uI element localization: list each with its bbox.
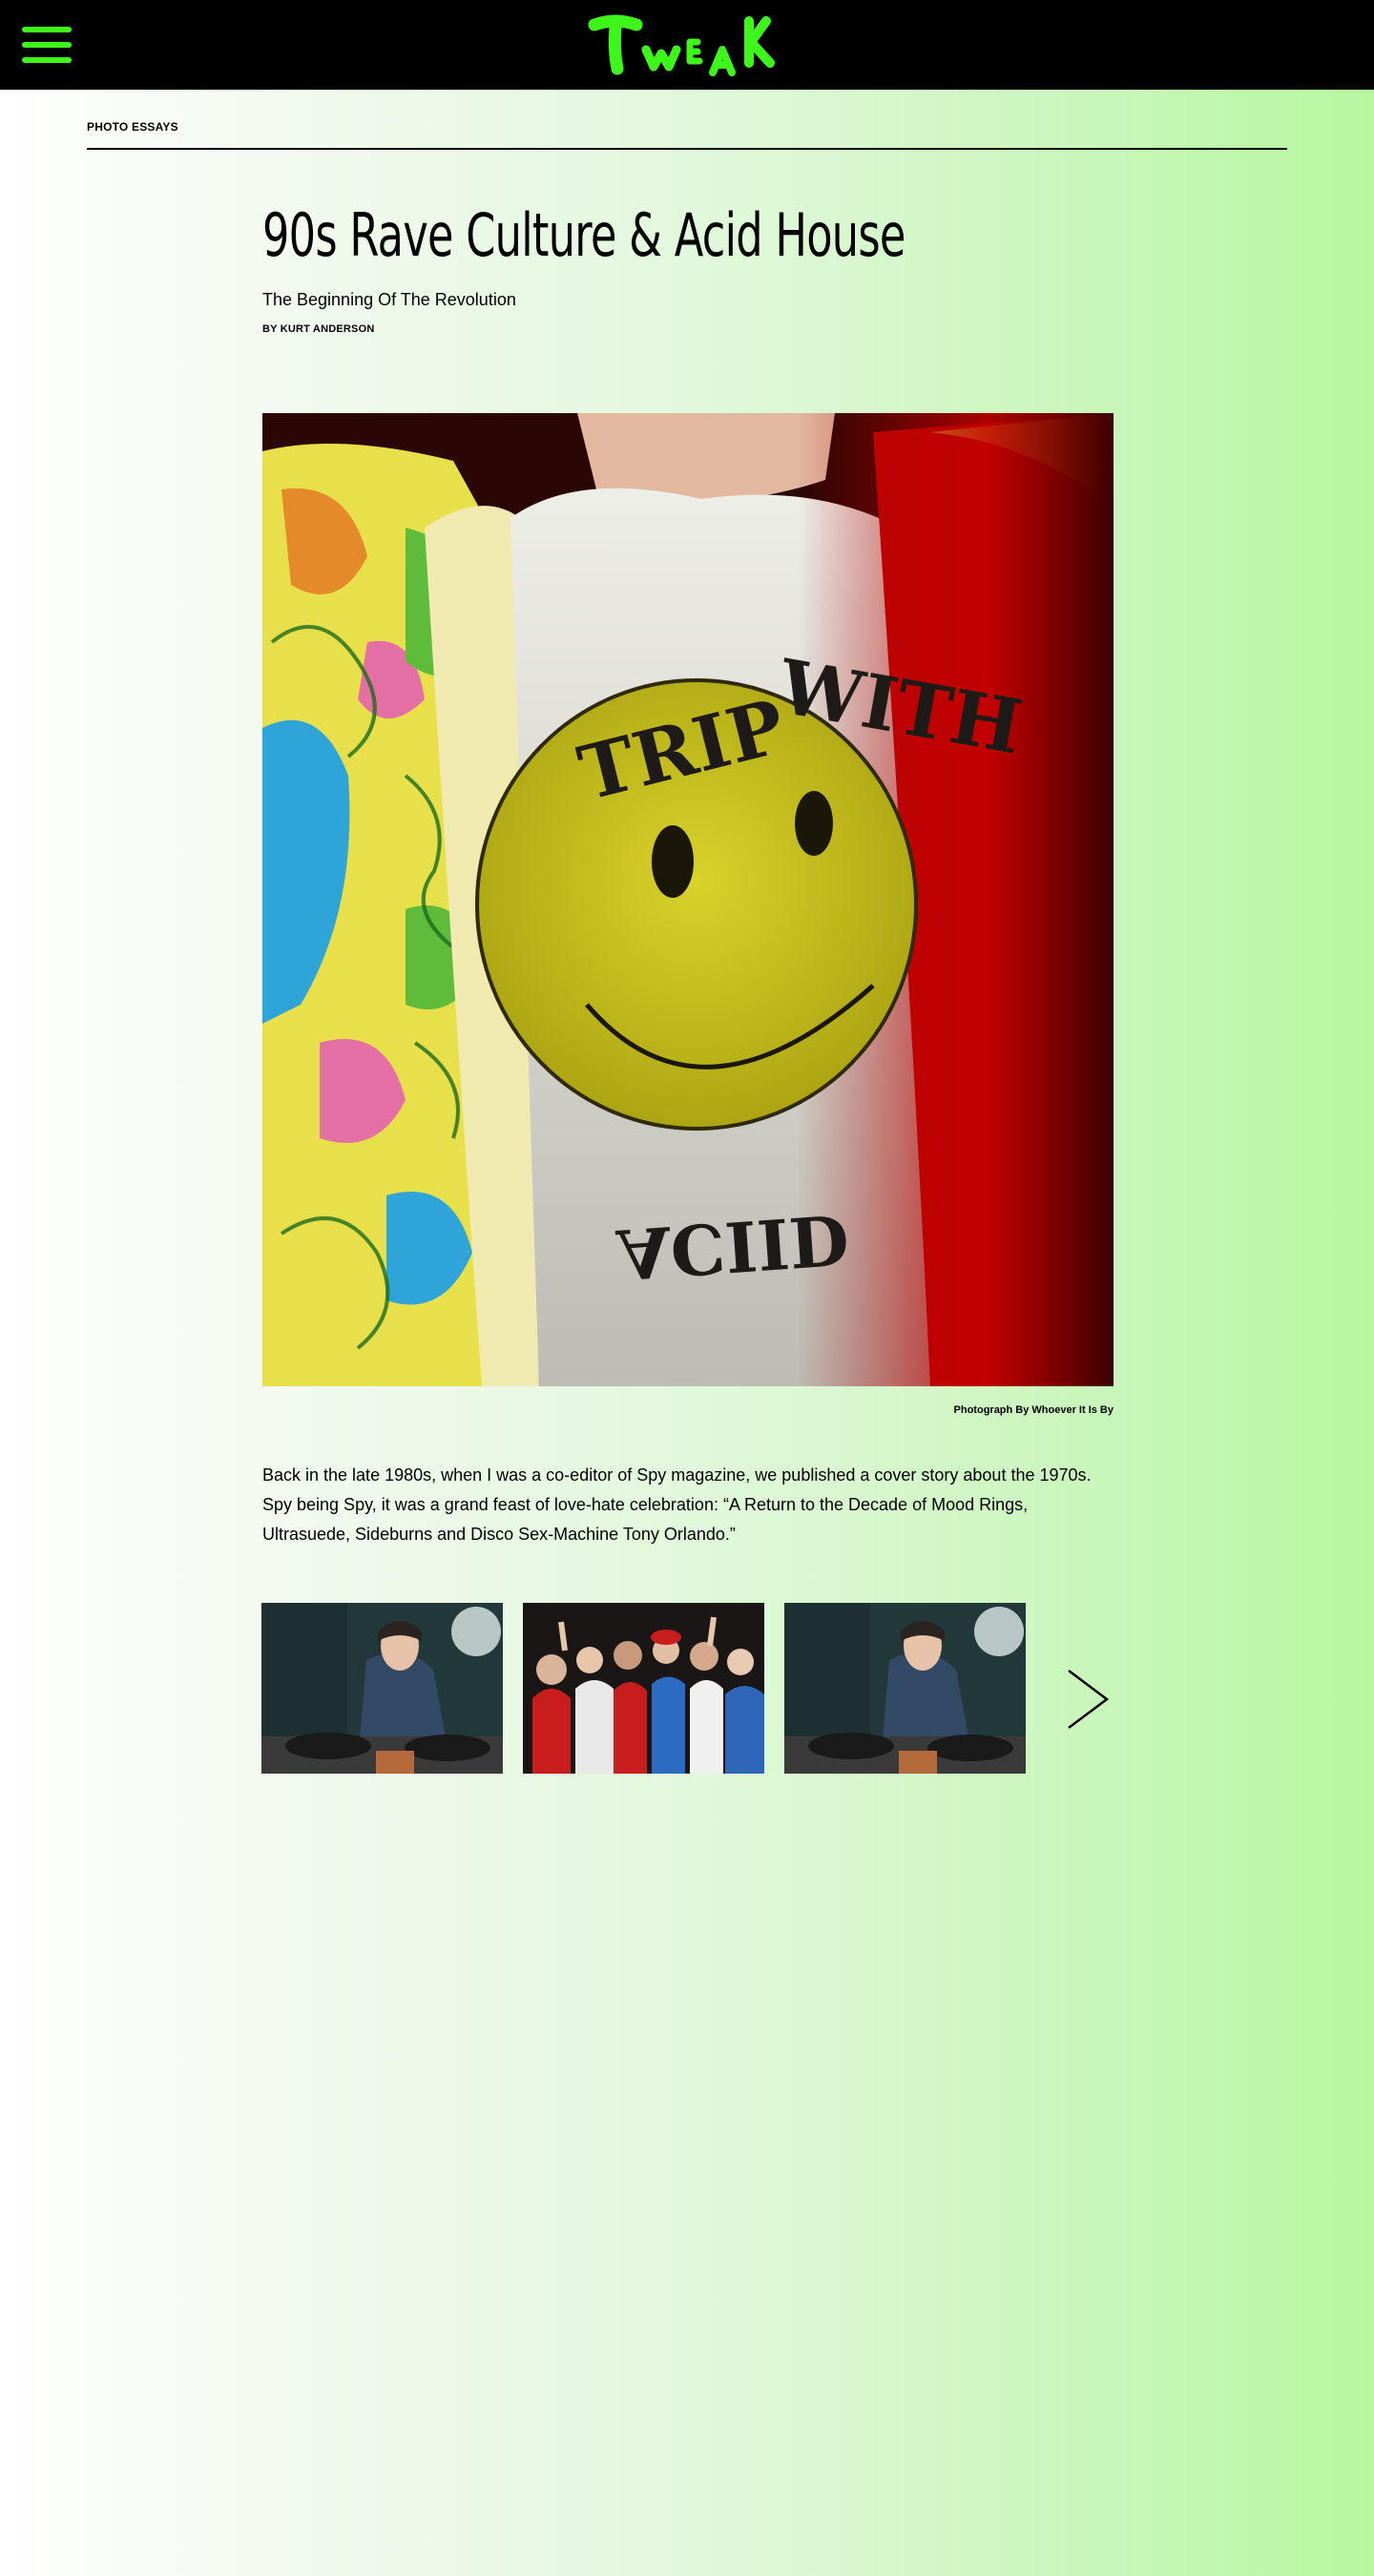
hamburger-menu-icon[interactable]: [22, 27, 72, 63]
section-divider: [87, 148, 1287, 150]
tweak-logo[interactable]: [587, 11, 778, 80]
svg-text:ACIID: ACIID: [614, 1198, 851, 1296]
article-byline: BY KURT ANDERSON: [262, 323, 375, 335]
chevron-right-icon[interactable]: [1061, 1665, 1114, 1734]
article-body: Back in the late 1980s, when I was a co-…: [262, 1465, 1092, 1544]
photo-credit: Photograph By Whoever It Is By: [953, 1404, 1114, 1416]
section-label[interactable]: PHOTO ESSAYS: [87, 120, 178, 134]
hero-photo: TRIP WITH ACIID: [262, 413, 1114, 1386]
gallery-thumbnail-dj-2[interactable]: [784, 1603, 1026, 1774]
top-bar: [0, 0, 1374, 90]
gallery-thumbnail-dj[interactable]: [261, 1603, 503, 1774]
article-title: 90s Rave Culture & Acid House: [262, 200, 906, 270]
gallery-thumbnail-crowd[interactable]: [523, 1603, 764, 1774]
article-subtitle: The Beginning Of The Revolution: [262, 290, 516, 309]
